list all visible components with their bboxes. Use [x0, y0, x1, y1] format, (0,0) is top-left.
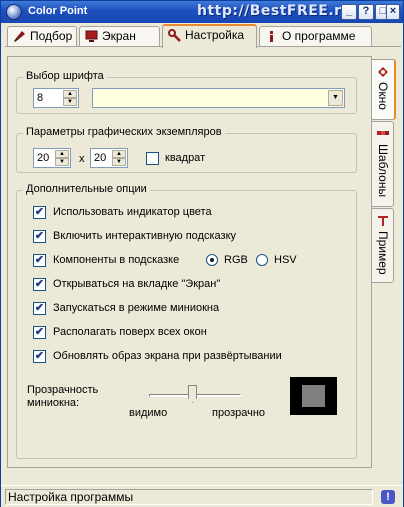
- watermark-text: http://BestFREE.ru: [197, 3, 353, 19]
- spinner-arrows[interactable]: ▲ ▼: [55, 150, 69, 166]
- transparency-label-line1: Прозрачность: [27, 384, 99, 396]
- option-label: Обновлять образ экрана при развёртывании: [53, 350, 282, 362]
- info-icon: [270, 31, 273, 42]
- radio-rgb-label: RGB: [224, 254, 248, 266]
- font-size-spinner[interactable]: 8 ▲ ▼: [33, 88, 79, 108]
- arrow-down-icon[interactable]: ▼: [55, 158, 69, 166]
- option-label: Запускаться в режиме миниокна: [53, 302, 220, 314]
- size-separator: x: [79, 153, 85, 165]
- instance-height-spinner[interactable]: 20 ▲ ▼: [90, 148, 128, 168]
- spinner-arrows[interactable]: ▲ ▼: [63, 90, 77, 106]
- option-checkbox-interactive-hint[interactable]: [33, 230, 46, 243]
- window-title: Color Point: [28, 5, 88, 17]
- instance-width-spinner[interactable]: 20 ▲ ▼: [33, 148, 71, 168]
- font-size-value: 8: [37, 92, 44, 104]
- instances-group-title: Параметры графических экземпляров: [23, 126, 225, 138]
- wrench-icon: [168, 29, 181, 42]
- option-label: Компоненты в подсказке: [53, 254, 180, 266]
- title-bar[interactable]: Color Point http://BestFREE.ru _ ? □ ×: [1, 1, 403, 23]
- arrow-up-icon[interactable]: ▲: [112, 150, 126, 158]
- radio-hsv-label: HSV: [274, 254, 297, 266]
- instance-width-value: 20: [37, 152, 50, 164]
- option-label: Располагать поверх всех окон: [53, 326, 207, 338]
- side-tab-example[interactable]: Пример: [372, 208, 394, 283]
- help-button[interactable]: ?: [358, 4, 374, 20]
- monitor-icon: [85, 30, 98, 42]
- tab-label: Подбор: [30, 29, 73, 43]
- app-logo-icon: [6, 4, 22, 20]
- font-name-combo[interactable]: ▼: [92, 88, 345, 108]
- info-exclamation-icon[interactable]: !: [381, 490, 395, 504]
- side-tab-window[interactable]: Окно: [372, 59, 396, 120]
- tab-nastroyka[interactable]: Настройка: [162, 24, 257, 48]
- arrow-up-icon[interactable]: ▲: [55, 150, 69, 158]
- option-checkbox-color-indicator[interactable]: [33, 206, 46, 219]
- option-label: Открываться на вкладке "Экран": [53, 278, 221, 290]
- close-button[interactable]: ×: [386, 4, 400, 20]
- brush-icon: [14, 31, 25, 42]
- options-group: Дополнительные опции Использовать индика…: [16, 183, 357, 459]
- status-bar: Настройка программы !: [1, 485, 403, 507]
- instance-height-value: 20: [94, 152, 107, 164]
- option-checkbox-start-mini[interactable]: [33, 302, 46, 315]
- tab-ekran[interactable]: Экран: [79, 26, 160, 47]
- radio-hsv[interactable]: [256, 254, 268, 266]
- option-checkbox-hint-components[interactable]: [33, 254, 46, 267]
- spinner-arrows[interactable]: ▲ ▼: [112, 150, 126, 166]
- option-label: Использовать индикатор цвета: [53, 206, 212, 218]
- option-checkbox-always-on-top[interactable]: [33, 326, 46, 339]
- option-label: Включить интерактивную подсказку: [53, 230, 237, 242]
- transparency-slider-thumb[interactable]: [188, 385, 197, 403]
- arrow-down-icon[interactable]: ▼: [63, 98, 77, 106]
- instances-group: Параметры графических экземпляров 20 ▲ ▼…: [16, 126, 357, 173]
- options-group-title: Дополнительные опции: [23, 183, 150, 195]
- font-group-title: Выбор шрифта: [23, 70, 107, 82]
- settings-panel: Выбор шрифта 8 ▲ ▼ ▼ Параметры графическ…: [7, 56, 372, 468]
- font-group: Выбор шрифта 8 ▲ ▼ ▼: [16, 70, 357, 114]
- arrow-down-icon[interactable]: ▼: [112, 158, 126, 166]
- chevron-down-icon[interactable]: ▼: [328, 90, 343, 106]
- slider-max-label: прозрачно: [212, 407, 266, 419]
- palette-icon: [377, 131, 389, 135]
- side-tab-label: Пример: [376, 231, 390, 275]
- arrow-up-icon[interactable]: ▲: [63, 90, 77, 98]
- side-tab-label: Шаблоны: [376, 144, 390, 198]
- tab-label: Настройка: [185, 28, 245, 42]
- tab-o-programme[interactable]: О программе: [259, 26, 372, 47]
- tab-label: Экран: [102, 29, 136, 43]
- radio-rgb[interactable]: [206, 254, 218, 266]
- tab-podbor[interactable]: Подбор: [7, 26, 77, 47]
- text-t-icon: [378, 216, 388, 226]
- option-checkbox-refresh-screen[interactable]: [33, 350, 46, 363]
- side-tab-templates[interactable]: Шаблоны: [372, 121, 394, 207]
- status-text: Настройка программы: [5, 489, 373, 505]
- minimize-button[interactable]: _: [341, 4, 357, 20]
- slider-min-label: видимо: [129, 407, 168, 419]
- miniwindow-preview: [290, 377, 337, 415]
- transparency-label-line2: миниокна:: [27, 397, 80, 409]
- window-icon: [378, 67, 388, 77]
- square-checkbox[interactable]: [146, 152, 159, 165]
- app-window: Color Point http://BestFREE.ru _ ? □ × П…: [0, 0, 404, 507]
- square-label: квадрат: [165, 152, 206, 164]
- main-tab-strip: Подбор Экран Настройка О программе: [5, 24, 401, 48]
- tab-label: О программе: [282, 29, 356, 43]
- side-tab-label: Окно: [376, 82, 390, 110]
- option-checkbox-open-screen-tab[interactable]: [33, 278, 46, 291]
- preview-swatch: [302, 385, 325, 407]
